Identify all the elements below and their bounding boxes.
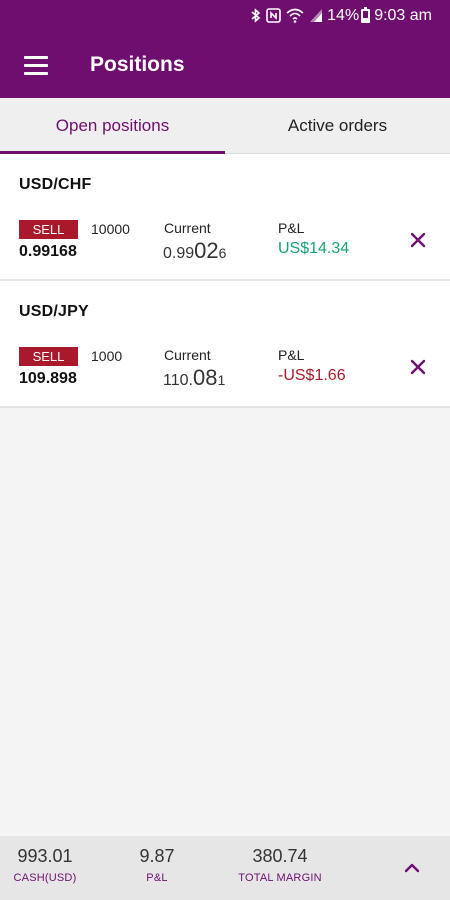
signal-icon xyxy=(309,8,323,25)
current-price: 0.99026 xyxy=(163,238,226,264)
close-icon xyxy=(410,232,426,248)
entry-price: 0.99168 xyxy=(19,243,77,260)
nfc-icon xyxy=(266,7,281,25)
battery-icon xyxy=(361,7,371,23)
position-card[interactable]: USD/CHF SELL 10000 0.99168 Current 0.990… xyxy=(0,154,450,281)
margin-stat: 380.74 TOTAL MARGIN xyxy=(232,846,328,884)
expand-summary-button[interactable] xyxy=(398,854,426,882)
pl-label: P&L xyxy=(278,220,305,236)
status-bar: 14% 9:03 am xyxy=(0,0,450,32)
battery-percent: 14% xyxy=(327,7,360,24)
close-position-button[interactable] xyxy=(404,226,432,254)
current-price: 110.081 xyxy=(163,365,225,391)
currency-pair: USD/JPY xyxy=(19,303,89,320)
tab-active-orders[interactable]: Active orders xyxy=(225,98,450,153)
bluetooth-icon xyxy=(251,7,261,25)
current-price-fraction: 1 xyxy=(217,372,226,388)
current-price-pips: 08 xyxy=(192,365,218,390)
status-icons xyxy=(251,7,323,25)
tab-bar: Open positions Active orders xyxy=(0,98,450,154)
cash-label: CASH(USD) xyxy=(13,872,77,884)
chevron-up-icon xyxy=(404,863,420,873)
close-position-button[interactable] xyxy=(404,353,432,381)
pl-total-label: P&L xyxy=(146,872,168,884)
margin-label: TOTAL MARGIN xyxy=(238,872,322,884)
entry-price: 109.898 xyxy=(19,370,77,387)
current-price-prefix: 0.99 xyxy=(163,245,195,262)
wifi-icon xyxy=(286,8,304,25)
current-label: Current xyxy=(164,347,211,363)
pl-label: P&L xyxy=(278,347,305,363)
pl-value: -US$1.66 xyxy=(278,367,346,384)
side-badge: SELL xyxy=(19,347,78,366)
pl-value: US$14.34 xyxy=(278,240,350,257)
position-quantity: 1000 xyxy=(91,348,123,364)
account-summary-bar: 993.01 CASH(USD) 9.87 P&L 380.74 TOTAL M… xyxy=(0,836,450,900)
side-badge: SELL xyxy=(19,220,78,239)
page-title: Positions xyxy=(90,53,185,76)
position-card[interactable]: USD/JPY SELL 1000 109.898 Current 110.08… xyxy=(0,281,450,408)
close-icon xyxy=(410,359,426,375)
hamburger-icon[interactable] xyxy=(0,32,72,98)
cash-value: 993.01 xyxy=(17,846,73,866)
current-label: Current xyxy=(164,220,211,236)
currency-pair: USD/CHF xyxy=(19,176,92,193)
cash-stat: 993.01 CASH(USD) xyxy=(12,846,78,884)
clock: 9:03 am xyxy=(374,7,432,24)
current-price-fraction: 6 xyxy=(218,245,227,261)
position-quantity: 10000 xyxy=(91,221,130,237)
margin-value: 380.74 xyxy=(252,846,308,866)
pl-total-value: 9.87 xyxy=(139,846,175,866)
tab-open-positions[interactable]: Open positions xyxy=(0,98,225,154)
current-price-prefix: 110. xyxy=(163,372,193,389)
positions-list: USD/CHF SELL 10000 0.99168 Current 0.990… xyxy=(0,154,450,408)
current-price-pips: 02 xyxy=(194,238,219,263)
app-bar: Positions xyxy=(0,32,450,98)
pl-stat: 9.87 P&L xyxy=(132,846,182,884)
